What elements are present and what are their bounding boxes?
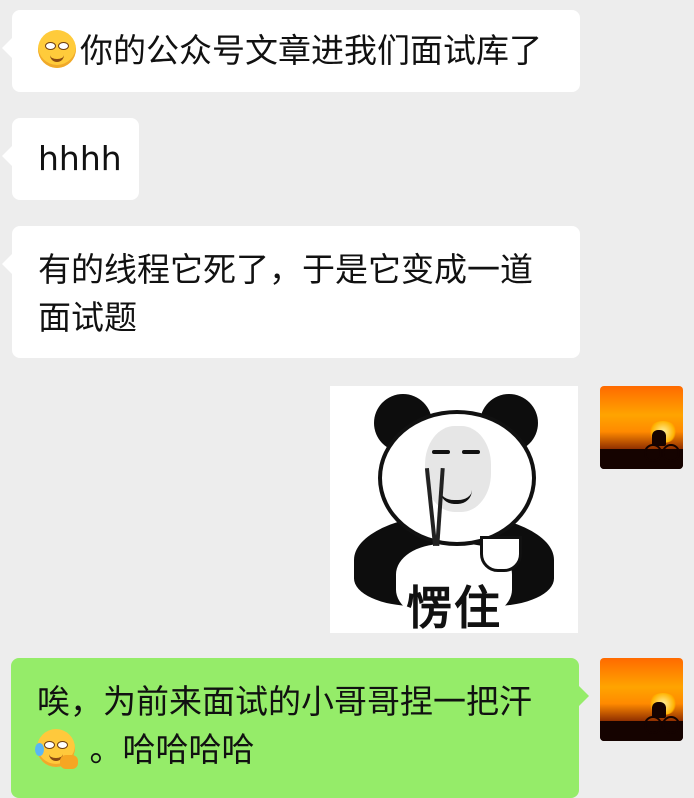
message-text: 你的公众号文章进我们面试库了: [80, 31, 542, 70]
bowl: [480, 536, 522, 572]
message-text-line-1: 唉，为前来面试的小哥哥捏一把汗: [37, 682, 532, 721]
eyebrow-right: [462, 450, 480, 454]
sunset-cyclist-avatar-icon[interactable]: [600, 386, 683, 469]
message-text-line-2: 。哈哈哈哈: [35, 726, 565, 774]
message-text-line-2: 面试题: [38, 298, 137, 337]
eyebrow-left: [432, 450, 450, 454]
message-bubble-5[interactable]: 唉，为前来面试的小哥哥捏一把汗 。哈哈哈哈: [11, 658, 589, 798]
sunset-cyclist-avatar-icon[interactable]: [600, 658, 683, 741]
panda-meme-sticker[interactable]: 愣住: [330, 386, 578, 635]
message-bubble-1[interactable]: 你的公众号文章进我们面试库了: [2, 10, 580, 92]
sticker-caption: 愣住: [406, 581, 502, 635]
message-text-line-1: 有的线程它死了，于是它变成一道: [38, 250, 533, 289]
blushing-face-icon: [38, 30, 76, 68]
message-bubble-2[interactable]: hhhh: [2, 118, 139, 200]
laughing-crying-face-icon: [35, 729, 78, 769]
message-text: hhhh: [38, 139, 122, 178]
message-bubble-3[interactable]: 有的线程它死了，于是它变成一道 面试题: [2, 226, 580, 358]
